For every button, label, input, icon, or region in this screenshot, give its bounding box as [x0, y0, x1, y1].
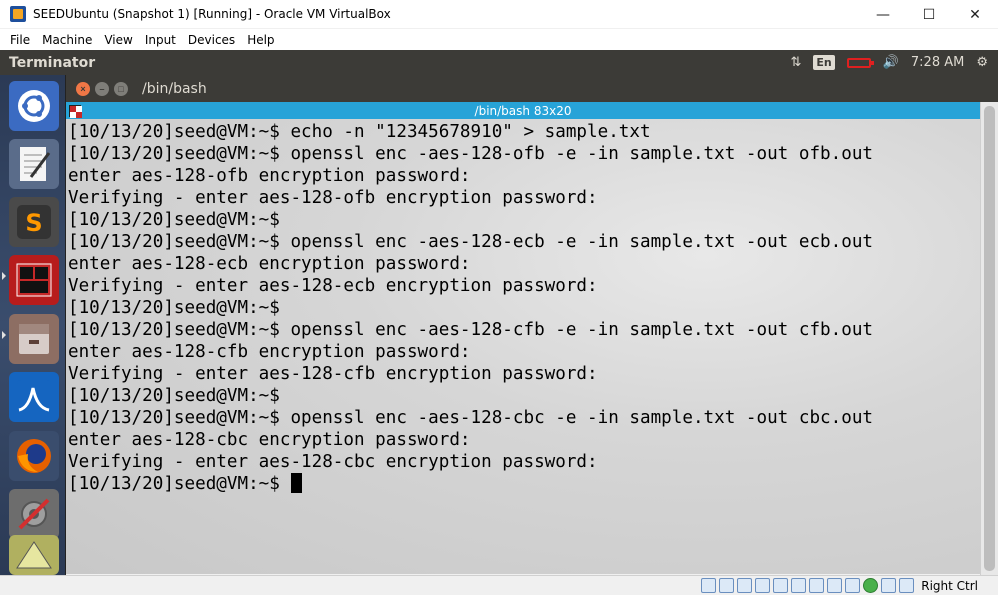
svg-text:S: S [25, 209, 42, 237]
hard-disk-icon[interactable] [701, 578, 717, 593]
shared-folders-icon[interactable] [791, 578, 807, 593]
virtualbox-icon [10, 6, 26, 22]
terminal-output[interactable]: [10/13/20]seed@VM:~$ echo -n "1234567891… [66, 119, 980, 574]
launcher-running-indicator [2, 331, 6, 339]
cpu-icon[interactable] [845, 578, 861, 593]
terminal-window-titlebar[interactable]: × – □ /bin/bash [66, 75, 998, 102]
wireshark-icon[interactable] [9, 372, 59, 422]
battery-icon[interactable] [846, 57, 874, 68]
terminal-close-button[interactable]: × [76, 81, 90, 96]
terminal-window-title: /bin/bash [142, 80, 207, 97]
optical-drive-icon[interactable] [719, 578, 735, 593]
menu-help[interactable]: Help [241, 33, 280, 47]
menu-input[interactable]: Input [139, 33, 182, 47]
close-button[interactable]: ✕ [952, 0, 998, 29]
firefox-icon[interactable] [9, 431, 59, 481]
file-manager-icon[interactable] [9, 314, 59, 364]
menu-machine[interactable]: Machine [36, 33, 98, 47]
terminal-cursor [291, 473, 303, 493]
guest-additions-icon[interactable] [863, 578, 879, 593]
host-key-label: Right Ctrl [921, 578, 978, 593]
launcher-running-indicator [2, 272, 6, 280]
clock[interactable]: 7:28 AM [911, 55, 964, 70]
host-key-icon[interactable] [899, 578, 915, 593]
terminal-line: enter aes-128-ofb encryption password: [68, 166, 471, 186]
terminal-line: enter aes-128-ecb encryption password: [68, 254, 471, 274]
terminal-line: enter aes-128-cfb encryption password: [68, 342, 471, 362]
sublime-text-icon[interactable]: S [9, 197, 59, 247]
terminal-header-title: /bin/bash 83x20 [474, 103, 572, 118]
mouse-integration-icon[interactable] [881, 578, 897, 593]
terminal-line: [10/13/20]seed@VM:~$ openssl enc -aes-12… [68, 144, 874, 164]
menu-devices[interactable]: Devices [182, 33, 241, 47]
settings-gear-icon[interactable]: ⚙ [976, 55, 988, 70]
ubuntu-launcher: S [0, 75, 66, 575]
keyboard-layout-indicator[interactable]: En [813, 55, 835, 70]
terminal-prompt-line[interactable]: [10/13/20]seed@VM:~$ [68, 473, 980, 495]
text-editor-icon[interactable] [9, 139, 59, 189]
minimize-button[interactable]: — [860, 0, 906, 29]
terminator-icon[interactable] [9, 255, 59, 305]
video-capture-icon[interactable] [827, 578, 843, 593]
terminal-line: [10/13/20]seed@VM:~$ openssl enc -aes-12… [68, 232, 874, 252]
software-updater-icon[interactable] [9, 535, 59, 575]
maximize-button[interactable]: ☐ [906, 0, 952, 29]
ubuntu-dash-icon[interactable] [9, 81, 59, 131]
terminal-line: [10/13/20]seed@VM:~$ openssl enc -aes-12… [68, 408, 874, 428]
audio-icon[interactable] [737, 578, 753, 593]
usb-icon[interactable] [773, 578, 789, 593]
terminal-maximize-button[interactable]: □ [114, 81, 128, 96]
terminal-line: Verifying - enter aes-128-ecb encryption… [68, 276, 598, 296]
ubuntu-top-panel: Terminator ⇅ En 🔊 7:28 AM ⚙ [0, 50, 998, 75]
scrollbar-thumb[interactable] [984, 106, 995, 571]
terminal-line: [10/13/20]seed@VM:~$ [68, 210, 280, 230]
terminal-line: [10/13/20]seed@VM:~$ openssl enc -aes-12… [68, 320, 874, 340]
terminator-titlebar[interactable]: /bin/bash 83x20 [66, 102, 980, 119]
network-adapter-icon[interactable] [755, 578, 771, 593]
terminal-line: [10/13/20]seed@VM:~$ [68, 386, 280, 406]
host-window-title: SEEDUbuntu (Snapshot 1) [Running] - Orac… [33, 7, 391, 21]
terminal-prompt: [10/13/20]seed@VM:~$ [68, 474, 291, 494]
terminal-minimize-button[interactable]: – [95, 81, 109, 96]
network-icon[interactable]: ⇅ [790, 55, 801, 70]
active-app-name: Terminator [9, 54, 96, 71]
terminal-scrollbar[interactable] [980, 102, 998, 575]
host-window-titlebar[interactable]: SEEDUbuntu (Snapshot 1) [Running] - Orac… [0, 0, 998, 29]
display-icon[interactable] [809, 578, 825, 593]
volume-icon[interactable]: 🔊 [883, 55, 899, 70]
terminal-line: Verifying - enter aes-128-cfb encryption… [68, 364, 598, 384]
host-menubar: File Machine View Input Devices Help [0, 29, 998, 50]
terminal-line: Verifying - enter aes-128-ofb encryption… [68, 188, 598, 208]
vbox-status-bar: Right Ctrl [0, 575, 998, 595]
terminal-line: Verifying - enter aes-128-cbc encryption… [68, 452, 598, 472]
settings-icon[interactable] [9, 489, 59, 539]
terminal-line: enter aes-128-cbc encryption password: [68, 430, 471, 450]
terminal-line: [10/13/20]seed@VM:~$ echo -n "1234567891… [68, 122, 651, 142]
menu-view[interactable]: View [98, 33, 138, 47]
terminal-line: [10/13/20]seed@VM:~$ [68, 298, 280, 318]
menu-file[interactable]: File [4, 33, 36, 47]
